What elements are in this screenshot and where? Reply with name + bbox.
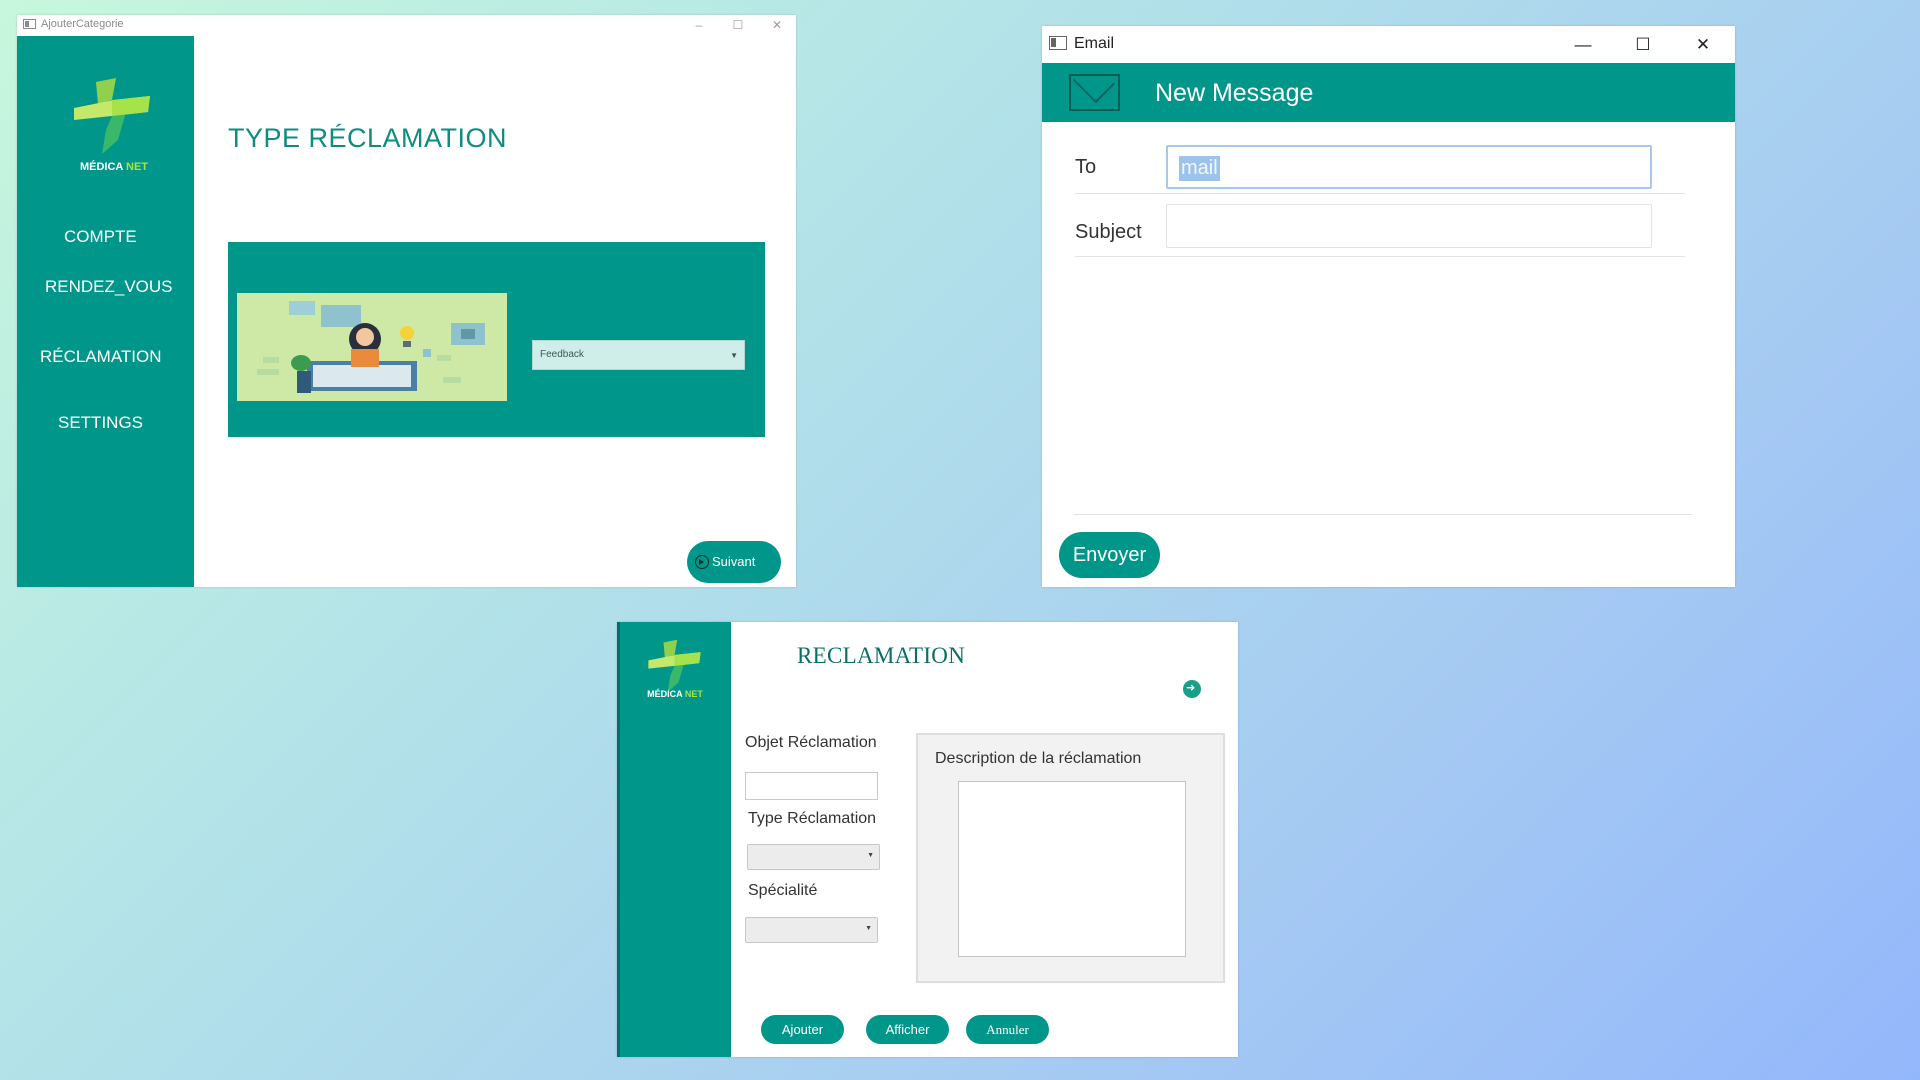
medica-net-logo-icon [648,639,701,692]
nav-rendez-vous[interactable]: RENDEZ_VOUS [45,277,173,297]
annuler-button[interactable]: Annuler [966,1015,1049,1044]
reclamation-window: MÉDICA NET RECLAMATION Objet Réclamation… [617,622,1238,1057]
minimize-button[interactable]: — [1554,26,1612,63]
chevron-down-icon: ▼ [865,925,872,932]
title-bar: Email — ☐ ✕ [1042,26,1735,63]
logo-text: MÉDICA NET [79,161,149,173]
page-title: RECLAMATION [797,643,966,668]
nav-reclamation[interactable]: RÉCLAMATION [40,347,162,367]
ajouter-button[interactable]: Ajouter [761,1015,844,1044]
page-title: TYPE RÉCLAMATION [228,123,508,153]
envoyer-button[interactable]: Envoyer [1059,532,1160,578]
window-title: Email [1074,35,1115,52]
nav-settings[interactable]: SETTINGS [58,413,143,433]
message-header: New Message [1042,63,1735,122]
divider [1075,193,1685,194]
nav-compte[interactable]: COMPTE [64,227,137,247]
to-label: To [1075,156,1097,178]
suivant-button[interactable]: Suivant [687,541,781,583]
arrow-right-circle-icon [695,555,709,569]
to-input-value: mail [1179,156,1220,181]
description-textarea[interactable] [958,781,1186,957]
type-label: Type Réclamation [748,810,877,827]
support-illustration [237,293,507,401]
medica-net-logo-icon [74,78,150,154]
description-panel: Description de la réclamation [916,733,1225,983]
maximize-button[interactable]: ☐ [1614,26,1672,63]
chevron-down-icon: ▼ [730,351,738,360]
envelope-icon [1069,74,1120,111]
email-window: Email — ☐ ✕ New Message To mail Subject … [1042,26,1735,587]
app-icon [1049,36,1067,50]
title-bar: AjouterCategorie – ☐ ✕ [17,15,796,36]
body-divider [1074,514,1692,515]
afficher-button[interactable]: Afficher [866,1015,949,1044]
close-button[interactable]: ✕ [1674,26,1732,63]
app-icon [23,19,36,29]
subject-label: Subject [1075,221,1142,243]
objet-label: Objet Réclamation [745,734,877,751]
sidebar: MÉDICA NET [617,622,731,1057]
to-input[interactable]: mail [1166,145,1652,189]
description-label: Description de la réclamation [935,750,1142,767]
sidebar: MÉDICA NET COMPTE RENDEZ_VOUS RÉCLAMATIO… [17,36,194,587]
type-panel: Feedback ▼ [228,242,765,437]
window-title: AjouterCategorie [41,18,124,30]
divider [1075,256,1685,257]
chevron-down-icon: ▼ [867,852,874,859]
subject-input[interactable] [1166,204,1652,248]
type-reclamation-dropdown[interactable]: Feedback ▼ [532,340,745,370]
specialite-dropdown[interactable]: ▼ [745,917,878,943]
type-reclamation-dropdown[interactable]: ▼ [747,844,880,870]
maximize-button[interactable]: ☐ [719,16,757,35]
ajouter-categorie-window: AjouterCategorie – ☐ ✕ MÉDICA NET COMPTE… [17,15,796,587]
specialite-label: Spécialité [748,882,818,899]
minimize-button[interactable]: – [680,16,718,35]
objet-input[interactable] [745,772,878,800]
header-title: New Message [1155,79,1314,107]
close-button[interactable]: ✕ [758,16,796,35]
arrow-right-icon[interactable] [1183,680,1201,698]
logo-text: MÉDICA NET [647,689,703,699]
